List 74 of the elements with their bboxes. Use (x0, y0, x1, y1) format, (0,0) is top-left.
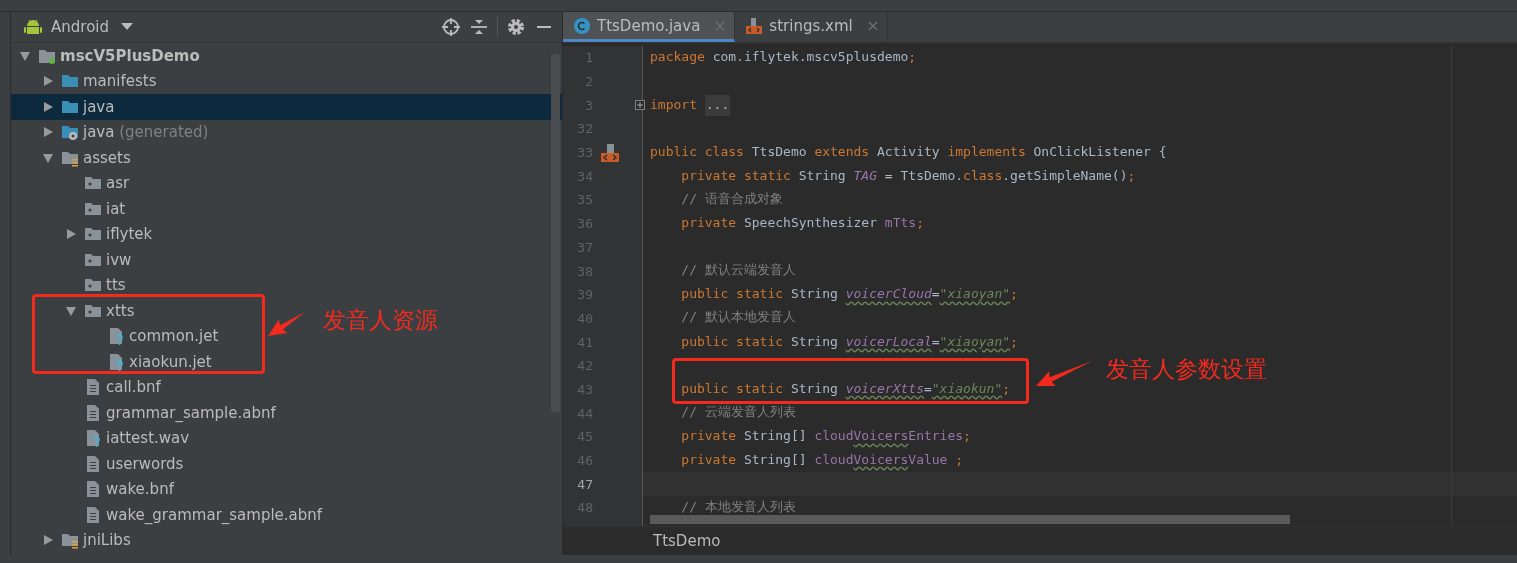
tree-item[interactable]: mscV5PlusDemo (11, 43, 206, 69)
expand-arrow-icon[interactable] (19, 49, 31, 62)
code-line: import ... (650, 94, 731, 116)
xml-resource-marker-icon[interactable] (599, 141, 621, 164)
code-line: public static String voicerCloud="xiaoyan"; (680, 285, 1018, 304)
tree-item[interactable]: grammar_sample.abnf (11, 400, 282, 426)
editor-tab[interactable]: TtsDemo.java (563, 12, 736, 42)
unknown-file-icon (107, 327, 125, 346)
xml-file-icon (745, 16, 764, 35)
code-comment: // 语音合成对象 (680, 189, 783, 208)
code-line: private String[] cloudVoicersValue ; (680, 451, 964, 470)
expand-arrow-icon[interactable] (65, 304, 77, 317)
class-icon (573, 16, 591, 35)
text-file-icon (84, 480, 102, 499)
code-comment: // 默认云端发音人 (680, 261, 796, 280)
code-line: private static String TAG = TtsDemo.class.getSimpleName(); (680, 166, 1136, 185)
editor-tab[interactable]: strings.xml (735, 12, 888, 42)
tree-item[interactable]: xtts (11, 298, 141, 324)
unknown-file-icon (107, 352, 125, 371)
scrollbar[interactable] (551, 54, 560, 412)
code-comment: // 本地发音人列表 (680, 497, 796, 516)
tree-item[interactable]: common.jet (11, 323, 225, 349)
tree-item[interactable]: java (generated) (11, 119, 215, 145)
annotation-arrow (268, 312, 305, 336)
collapse-all-icon[interactable] (469, 17, 489, 37)
tree-item[interactable]: manifests (11, 68, 163, 94)
code-line: public static String voicerXtts="xiaokun"; (680, 379, 1011, 398)
breadcrumb[interactable]: TtsDemo (653, 532, 721, 550)
code-comment: // 云端发音人列表 (680, 403, 796, 422)
text-file-icon (84, 505, 102, 524)
generated-folder-icon (61, 123, 79, 142)
tree-item[interactable]: tts (11, 272, 132, 298)
tree-item[interactable]: xiaokun.jet (11, 349, 218, 375)
tree-item[interactable]: wake.bnf (11, 476, 180, 502)
expand-arrow-icon[interactable] (42, 151, 54, 164)
tree-item[interactable]: java (11, 94, 562, 120)
close-icon[interactable] (866, 19, 879, 32)
code-comment: // 默认本地发音人 (680, 308, 796, 327)
tree-item[interactable]: userwords (11, 451, 190, 477)
line-number: 47 (576, 476, 593, 492)
tree-item[interactable]: iflytek (11, 221, 159, 247)
view-dropdown[interactable]: Android (51, 18, 133, 36)
collapse-arrow-icon[interactable] (42, 75, 54, 88)
tree-item[interactable]: iattest.wav (11, 425, 196, 451)
collapse-arrow-icon[interactable] (42, 534, 54, 547)
annotation-label: 发音人参数设置 (1106, 355, 1267, 384)
caret-icon[interactable] (121, 23, 133, 31)
tree-item[interactable]: asr (11, 170, 136, 196)
settings-icon[interactable] (506, 17, 526, 37)
tree-item[interactable]: call.bnf (11, 374, 167, 400)
tree-item[interactable]: ivw (11, 247, 138, 273)
crosshair-icon[interactable] (441, 17, 461, 37)
scrollbar[interactable] (650, 515, 1290, 524)
code-line: private SpeechSynthesizer mTts; (680, 214, 924, 233)
collapse-arrow-icon[interactable] (42, 100, 54, 113)
tree-item[interactable]: iat (11, 196, 132, 222)
collapse-arrow-icon[interactable] (65, 228, 77, 241)
collapse-arrow-icon[interactable] (42, 126, 54, 139)
unknown-file-icon (84, 429, 102, 448)
resource-folder-icon (61, 531, 79, 550)
text-file-icon (84, 403, 102, 422)
tree-item[interactable]: jniLibs (11, 527, 137, 553)
android-icon (23, 17, 43, 37)
fold-expand-icon[interactable] (635, 100, 645, 111)
tree-item[interactable]: wake_grammar_sample.abnf (11, 502, 329, 528)
code-line: public class TtsDemo extends Activity implements OnClickListener { (650, 143, 1167, 162)
tree-item[interactable]: assets (11, 145, 137, 171)
code-line: private String[] cloudVoicersEntries; (680, 427, 971, 446)
text-file-icon (84, 454, 102, 473)
annotation-arrow (1036, 361, 1092, 386)
annotation-label: 发音人资源 (323, 306, 438, 335)
code-line: public static String voicerLocal="xiaoyan"; (680, 332, 1018, 351)
text-file-icon (84, 378, 102, 397)
code-line: package com.iflytek.mscv5plusdemo; (650, 48, 917, 67)
